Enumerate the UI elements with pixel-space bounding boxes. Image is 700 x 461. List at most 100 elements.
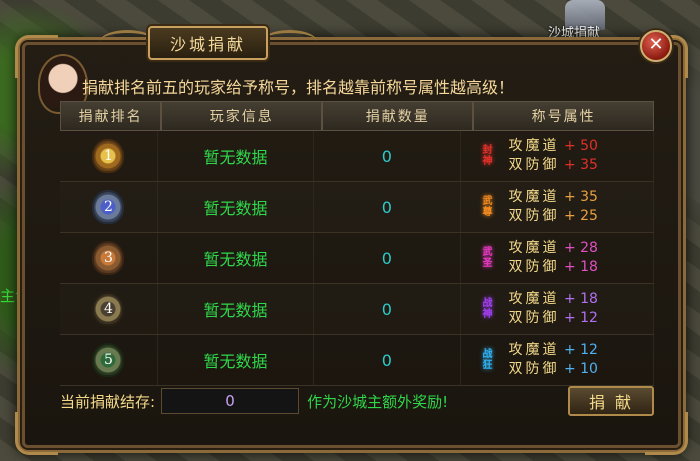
title-attributes-cell: 武圣 攻魔道 + 28 双防御 + 18 [461,233,655,283]
rank-cell: 2 [60,182,158,232]
donation-amount-input[interactable]: 0 [161,388,300,414]
header-rank: 捐献排名 [60,101,162,131]
player-info: 暂无数据 [203,250,268,269]
attr-label: 双防御 [508,361,560,377]
table-row: 3 暂无数据 0 武圣 攻魔道 + 28 双防御 + 18 [60,233,655,284]
title-badge-text: 武圣 [482,247,493,269]
balance-label: 当前捐献结存: [60,392,156,411]
title-scroll-ornament-left [100,30,155,53]
attr-label: 双防御 [508,310,560,326]
player-cell: 暂无数据 [158,233,315,283]
title-attributes-cell: 封神 攻魔道 + 50 双防御 + 35 [461,131,655,181]
attr-value: + 35 [563,157,598,173]
amount-cell: 0 [314,182,461,232]
attr-value: + 35 [563,189,598,205]
attr-value: + 18 [563,259,598,275]
header-player: 玩家信息 [161,101,323,131]
donation-amount: 0 [381,248,392,268]
dual-defense-line: 双防御 + 25 [509,207,598,226]
attr-label: 攻魔道 [508,189,560,205]
title-badge-icon: 武圣 [479,239,497,277]
world-text-top: 沙城捐献 [548,26,601,41]
title-badge-icon: 武尊 [479,188,497,226]
panel-corner-ornament [15,412,58,455]
player-info: 暂无数据 [203,301,268,320]
title-badge-text: 武尊 [482,196,493,218]
close-icon: ✕ [648,34,664,55]
donation-amount: 0 [381,146,392,166]
player-info: 暂无数据 [203,352,268,371]
attribute-lines: 攻魔道 + 12 双防御 + 10 [509,341,598,379]
table-header: 捐献排名 玩家信息 捐献数量 称号属性 [60,101,655,131]
attribute-lines: 攻魔道 + 35 双防御 + 25 [509,188,598,226]
donation-banner-text: 捐献排名前五的玩家给予称号，排名越靠前称号属性越高级！ [82,78,515,97]
title-badge-text: 战神 [482,298,493,320]
dual-defense-line: 双防御 + 12 [509,309,598,328]
amount-cell: 0 [314,131,461,181]
attr-label: 攻魔道 [508,240,560,256]
attr-value: + 25 [563,208,598,224]
title-attributes-cell: 战神 攻魔道 + 18 双防御 + 12 [461,284,655,334]
rank-cell: 5 [60,335,158,385]
player-cell: 暂无数据 [158,335,315,385]
rank-number: 4 [92,292,125,326]
attr-label: 攻魔道 [508,342,560,358]
table-body: 1 暂无数据 0 封神 攻魔道 + 50 双防御 + 35 2 暂无数据 0 武… [60,131,655,386]
donate-button[interactable]: 捐献 [568,386,654,416]
attr-value: + 28 [563,240,598,256]
attribute-lines: 攻魔道 + 50 双防御 + 35 [509,137,598,175]
reward-note: 作为沙城主额外奖励! [307,392,449,411]
table-row: 5 暂无数据 0 战狂 攻魔道 + 12 双防御 + 10 [60,335,655,386]
rank-cell: 1 [60,131,158,181]
donation-footer: 当前捐献结存: 0 作为沙城主额外奖励! 捐献 [60,385,654,417]
ranking-table: 捐献排名 玩家信息 捐献数量 称号属性 1 暂无数据 0 封神 攻魔道 + 50 [60,101,655,386]
title-badge-text: 封神 [482,145,493,167]
rank-cell: 4 [60,284,158,334]
attr-label: 攻魔道 [508,138,560,154]
rank-3-medal-icon: 3 [90,239,126,277]
title-attributes-cell: 战狂 攻魔道 + 12 双防御 + 10 [461,335,655,385]
attribute-lines: 攻魔道 + 28 双防御 + 18 [509,239,598,277]
amount-cell: 0 [314,233,461,283]
table-row: 1 暂无数据 0 封神 攻魔道 + 50 双防御 + 35 [60,131,655,182]
attr-value: + 12 [563,342,598,358]
panel-corner-ornament [645,412,688,455]
attack-magic-tao-line: 攻魔道 + 12 [509,341,598,360]
rank-4-medal-icon: 4 [90,290,126,328]
attack-magic-tao-line: 攻魔道 + 50 [509,137,598,156]
amount-cell: 0 [314,284,461,334]
donation-amount: 0 [381,299,392,319]
attr-value: + 10 [563,361,598,377]
attribute-lines: 攻魔道 + 18 双防御 + 12 [509,290,598,328]
attr-value: + 12 [563,310,598,326]
title-scroll-ornament-right [262,30,317,53]
rank-2-medal-icon: 2 [90,188,126,226]
rank-number: 2 [92,190,125,224]
title-badge-icon: 封神 [479,137,497,175]
header-amount: 捐献数量 [322,101,474,131]
title-badge-icon: 战神 [479,290,497,328]
donation-amount: 0 [381,350,392,370]
title-badge-icon: 战狂 [479,341,497,379]
title-attributes-cell: 武尊 攻魔道 + 35 双防御 + 25 [461,182,655,232]
title-badge-text: 战狂 [482,349,493,371]
rank-number: 5 [92,343,125,377]
table-row: 2 暂无数据 0 武尊 攻魔道 + 35 双防御 + 25 [60,182,655,233]
attr-label: 双防御 [508,208,560,224]
attr-label: 双防御 [508,157,560,173]
panel-title: 沙城捐献 [148,26,268,60]
player-cell: 暂无数据 [158,131,315,181]
attack-magic-tao-line: 攻魔道 + 18 [509,290,598,309]
player-info: 暂无数据 [203,199,268,218]
rank-cell: 3 [60,233,158,283]
rank-1-medal-icon: 1 [90,137,126,175]
attr-label: 攻魔道 [508,291,560,307]
dual-defense-line: 双防御 + 35 [509,156,598,175]
dual-defense-line: 双防御 + 18 [509,258,598,277]
header-title-attributes: 称号属性 [473,101,655,131]
attr-value: + 50 [563,138,598,154]
rank-number: 1 [92,139,125,173]
close-button[interactable]: ✕ [640,30,672,62]
donation-amount: 0 [381,197,392,217]
attr-label: 双防御 [508,259,560,275]
